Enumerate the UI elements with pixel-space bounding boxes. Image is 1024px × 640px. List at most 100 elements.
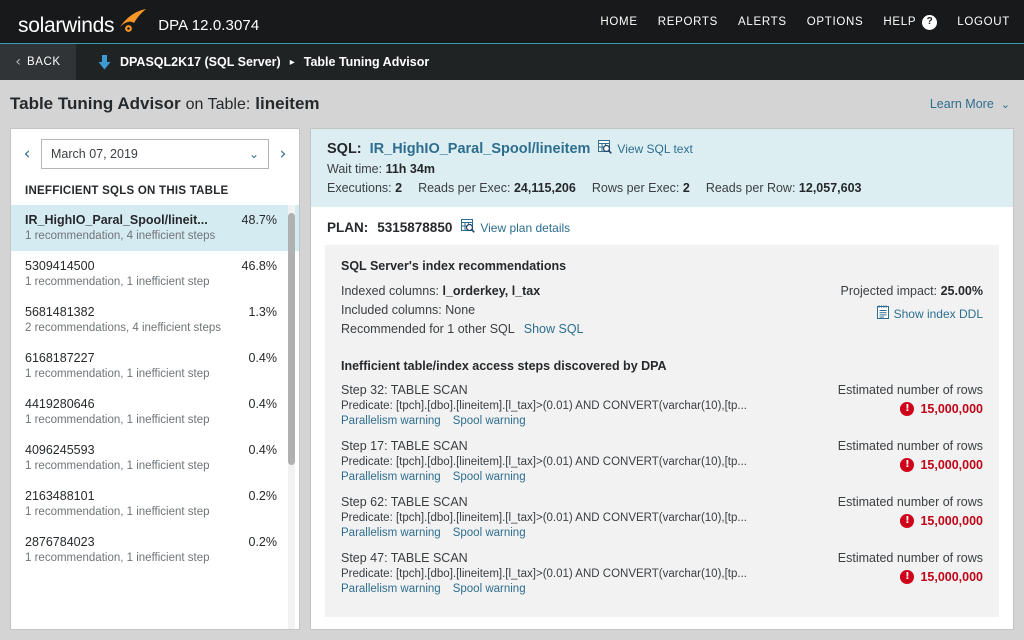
plan-label: PLAN: — [327, 220, 368, 235]
nav-alerts[interactable]: ALERTS — [738, 16, 787, 28]
spool-warning-link[interactable]: Spool warning — [453, 471, 526, 483]
spool-warning-link[interactable]: Spool warning — [453, 583, 526, 595]
nav-reports[interactable]: REPORTS — [658, 16, 718, 28]
back-button[interactable]: ‹ BACK — [0, 44, 76, 80]
sql-subtext: 1 recommendation, 1 inefficient step — [25, 552, 277, 564]
table-row[interactable]: Step 62: TABLE SCAN Predicate: [tpch].[d… — [341, 495, 983, 539]
table-row[interactable]: Step 32: TABLE SCAN Predicate: [tpch].[d… — [341, 383, 983, 427]
breadcrumb-current: Table Tuning Advisor — [304, 55, 429, 69]
list-item[interactable]: 5681481382 1.3% 2 recommendations, 4 ine… — [11, 297, 299, 343]
steps-section-title: Inefficient table/index access steps dis… — [341, 359, 983, 373]
previous-day-button[interactable]: ‹ — [19, 144, 35, 164]
estimated-rows-label: Estimated number of rows — [838, 495, 983, 509]
list-item[interactable]: 4096245593 0.4% 1 recommendation, 1 inef… — [11, 435, 299, 481]
step-name: Step 47: TABLE SCAN — [341, 551, 820, 565]
view-plan-details-link[interactable]: View plan details — [461, 219, 570, 236]
sql-percent: 0.2% — [239, 489, 278, 503]
step-predicate: Predicate: [tpch].[dbo].[lineitem].[l_ta… — [341, 456, 811, 468]
main-panel: SQL: IR_HighIO_Paral_Spool/lineitem — [310, 128, 1014, 630]
nav-options[interactable]: OPTIONS — [807, 16, 864, 28]
plan-row: PLAN: 5315878850 View plan details — [311, 207, 1013, 245]
main-nav-links: HOME REPORTS ALERTS OPTIONS HELP ? LOGOU… — [600, 0, 1010, 44]
learn-more-toggle[interactable]: Learn More ⌄ — [930, 97, 1010, 111]
next-day-button[interactable]: › — [275, 144, 291, 164]
projected-impact-value: 25.00% — [941, 284, 983, 298]
list-item[interactable]: IR_HighIO_Paral_Spool/lineit... 48.7% 1 … — [11, 205, 299, 251]
projected-impact-label: Projected impact: — [841, 284, 938, 298]
page-title-row: Table Tuning Advisor on Table: lineitem … — [0, 80, 1024, 128]
brand-logo[interactable]: solarwinds DPA 12.0.3074 — [0, 9, 259, 35]
step-estimate: Estimated number of rows ! 15,000,000 — [820, 383, 983, 427]
parallelism-warning-link[interactable]: Parallelism warning — [341, 583, 441, 595]
chevron-left-icon: ‹ — [15, 55, 21, 69]
spool-warning-link[interactable]: Spool warning — [453, 415, 526, 427]
nav-home[interactable]: HOME — [600, 16, 637, 28]
show-sql-link[interactable]: Show SQL — [524, 322, 584, 336]
sql-title-row: SQL: IR_HighIO_Paral_Spool/lineitem — [327, 140, 997, 157]
table-row[interactable]: Step 47: TABLE SCAN Predicate: [tpch].[d… — [341, 551, 983, 595]
step-details: Step 47: TABLE SCAN Predicate: [tpch].[d… — [341, 551, 820, 595]
recommended-for-row: Recommended for 1 other SQL Show SQL — [341, 322, 841, 336]
parallelism-warning-link[interactable]: Parallelism warning — [341, 471, 441, 483]
sql-name: 4419280646 — [25, 397, 95, 411]
page-title-table-name: lineitem — [255, 94, 319, 114]
included-columns-value: None — [445, 303, 475, 317]
nav-help[interactable]: HELP ? — [883, 15, 937, 30]
index-recommendation-details: Indexed columns: l_orderkey, l_tax Inclu… — [341, 284, 841, 341]
table-row[interactable]: Step 17: TABLE SCAN Predicate: [tpch].[d… — [341, 439, 983, 483]
wait-time-value: 11h 34m — [386, 162, 435, 176]
step-predicate: Predicate: [tpch].[dbo].[lineitem].[l_ta… — [341, 400, 811, 412]
list-item[interactable]: 2876784023 0.2% 1 recommendation, 1 inef… — [11, 527, 299, 573]
indexed-columns-value: l_orderkey, l_tax — [442, 284, 540, 298]
step-details: Step 17: TABLE SCAN Predicate: [tpch].[d… — [341, 439, 820, 483]
sidebar-panel: ‹ March 07, 2019 ⌄ › INEFFICIENT SQLS ON… — [10, 128, 300, 630]
top-navigation-bar: solarwinds DPA 12.0.3074 HOME REPORTS AL… — [0, 0, 1024, 44]
error-icon: ! — [900, 402, 914, 416]
list-item[interactable]: 5309414500 46.8% 1 recommendation, 1 ine… — [11, 251, 299, 297]
nav-logout[interactable]: LOGOUT — [957, 16, 1010, 28]
list-item[interactable]: 6168187227 0.4% 1 recommendation, 1 inef… — [11, 343, 299, 389]
spool-warning-link[interactable]: Spool warning — [453, 527, 526, 539]
parallelism-warning-link[interactable]: Parallelism warning — [341, 415, 441, 427]
included-columns-row: Included columns: None — [341, 303, 841, 317]
sql-subtext: 1 recommendation, 1 inefficient step — [25, 368, 277, 380]
step-estimate: Estimated number of rows ! 15,000,000 — [820, 495, 983, 539]
sidebar-scrollbar-thumb[interactable] — [288, 213, 295, 465]
breadcrumb-instance[interactable]: DPASQL2K17 (SQL Server) — [120, 55, 281, 69]
step-warnings: Parallelism warning Spool warning — [341, 415, 820, 427]
date-picker-input[interactable]: March 07, 2019 ⌄ — [41, 139, 269, 169]
sql-summary-header: SQL: IR_HighIO_Paral_Spool/lineitem — [311, 129, 1013, 207]
page-body: ‹ March 07, 2019 ⌄ › INEFFICIENT SQLS ON… — [0, 128, 1024, 640]
sql-name: 2163488101 — [25, 489, 95, 503]
solarwinds-wordmark: solarwinds — [18, 15, 114, 36]
list-item[interactable]: 2163488101 0.2% 1 recommendation, 1 inef… — [11, 481, 299, 527]
breadcrumb-separator-icon: ▸ — [290, 57, 295, 68]
error-icon: ! — [900, 458, 914, 472]
sql-name-link[interactable]: IR_HighIO_Paral_Spool/lineitem — [370, 141, 591, 157]
step-name: Step 32: TABLE SCAN — [341, 383, 820, 397]
breadcrumb: DPASQL2K17 (SQL Server) ▸ Table Tuning A… — [76, 55, 429, 70]
step-estimate: Estimated number of rows ! 15,000,000 — [820, 439, 983, 483]
estimated-rows-value-row: ! 15,000,000 — [838, 570, 983, 584]
plan-document-icon — [461, 219, 475, 236]
step-name: Step 17: TABLE SCAN — [341, 439, 820, 453]
estimated-rows-value: 15,000,000 — [920, 458, 983, 472]
stat-reads-per-exec: Reads per Exec: 24,115,206 — [418, 181, 576, 195]
product-version-label: DPA 12.0.3074 — [158, 15, 259, 36]
page-title: Table Tuning Advisor on Table: lineitem — [10, 94, 320, 114]
show-index-ddl-link[interactable]: Show index DDL — [877, 305, 983, 322]
date-picker-row: ‹ March 07, 2019 ⌄ › — [11, 129, 299, 175]
view-sql-text-link[interactable]: View SQL text — [598, 140, 692, 157]
database-down-icon — [98, 55, 111, 70]
parallelism-warning-link[interactable]: Parallelism warning — [341, 527, 441, 539]
included-columns-label: Included columns: — [341, 303, 442, 317]
sql-percent: 0.4% — [239, 397, 278, 411]
list-item[interactable]: 4419280646 0.4% 1 recommendation, 1 inef… — [11, 389, 299, 435]
step-estimate: Estimated number of rows ! 15,000,000 — [820, 551, 983, 595]
sql-name: 4096245593 — [25, 443, 95, 457]
help-question-icon[interactable]: ? — [922, 15, 937, 30]
list-document-icon — [877, 305, 889, 322]
estimated-rows-value: 15,000,000 — [920, 570, 983, 584]
view-sql-text-label: View SQL text — [617, 142, 692, 156]
step-warnings: Parallelism warning Spool warning — [341, 583, 820, 595]
